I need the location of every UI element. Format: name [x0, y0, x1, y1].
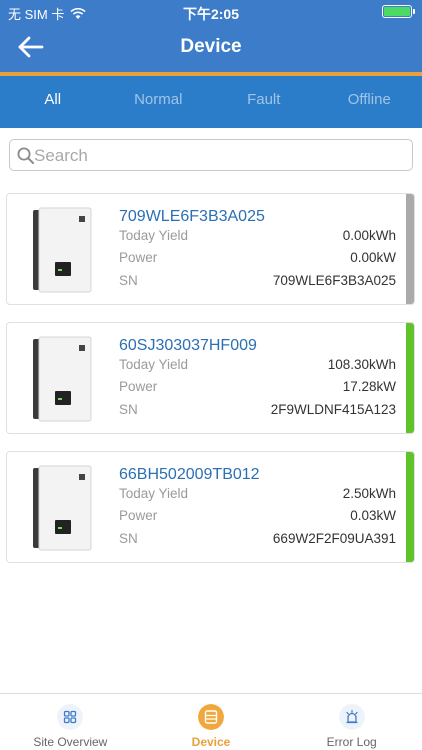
- device-card[interactable]: 60SJ303037HF009 Today Yield 108.30kWh Po…: [6, 322, 415, 434]
- nav-device-label: Device: [191, 735, 231, 749]
- sn-label: SN: [119, 531, 138, 546]
- status-filter-tabs: All Normal Fault Offline: [0, 76, 422, 128]
- device-id-link[interactable]: 60SJ303037HF009: [119, 337, 257, 355]
- battery-icon: [382, 5, 415, 18]
- page-title: Device: [180, 36, 242, 57]
- today-yield-value: 108.30kWh: [327, 357, 396, 372]
- status-indicator: [406, 194, 414, 304]
- tab-normal[interactable]: Normal: [106, 76, 212, 128]
- tab-all[interactable]: All: [0, 76, 106, 128]
- search-box[interactable]: [9, 139, 413, 171]
- device-card[interactable]: 66BH502009TB012 Today Yield 2.50kWh Powe…: [6, 451, 415, 563]
- status-indicator: [406, 323, 414, 433]
- tab-offline[interactable]: Offline: [317, 76, 422, 128]
- device-card[interactable]: 709WLE6F3B3A025 Today Yield 0.00kWh Powe…: [6, 193, 415, 305]
- search-input[interactable]: [34, 143, 404, 169]
- search-icon: [17, 147, 34, 164]
- power-value: 17.28kW: [342, 379, 396, 394]
- inverter-image: [33, 465, 92, 551]
- status-indicator: [406, 452, 414, 562]
- bottom-tab-bar: Site Overview Device Error Log: [0, 693, 422, 750]
- sn-value: 2F9WLDNF415A123: [270, 402, 396, 417]
- battery-level: [384, 7, 410, 16]
- power-value: 0.00kW: [350, 250, 396, 265]
- grid-icon: [57, 704, 84, 730]
- nav-error-log[interactable]: Error Log: [281, 694, 422, 750]
- power-value: 0.03kW: [350, 508, 396, 523]
- status-bar: 无 SIM 卡 下午2:05: [0, 0, 422, 24]
- nav-site-overview[interactable]: Site Overview: [0, 694, 141, 750]
- device-icon: [198, 704, 224, 730]
- nav-device[interactable]: Device: [141, 694, 282, 750]
- power-label: Power: [119, 250, 158, 265]
- sn-label: SN: [119, 273, 138, 288]
- inverter-image: [33, 336, 92, 422]
- nav-bar: Device: [0, 24, 422, 72]
- today-yield-value: 0.00kWh: [342, 228, 396, 243]
- sn-label: SN: [119, 402, 138, 417]
- today-yield-label: Today Yield: [119, 357, 189, 372]
- tab-fault[interactable]: Fault: [211, 76, 317, 128]
- nav-error-log-label: Error Log: [326, 735, 377, 749]
- nav-site-overview-label: Site Overview: [33, 735, 108, 749]
- app-header: 无 SIM 卡 下午2:05 Device: [0, 0, 422, 72]
- alarm-icon: [338, 704, 365, 730]
- device-id-link[interactable]: 709WLE6F3B3A025: [119, 208, 265, 226]
- device-id-link[interactable]: 66BH502009TB012: [119, 466, 260, 484]
- today-yield-label: Today Yield: [119, 228, 189, 243]
- sn-value: 669W2F2F09UA391: [272, 531, 396, 546]
- sn-value: 709WLE6F3B3A025: [272, 273, 396, 288]
- power-label: Power: [119, 379, 158, 394]
- status-time: 下午2:05: [182, 6, 240, 22]
- power-label: Power: [119, 508, 158, 523]
- today-yield-value: 2.50kWh: [342, 486, 396, 501]
- inverter-image: [33, 207, 92, 293]
- today-yield-label: Today Yield: [119, 486, 189, 501]
